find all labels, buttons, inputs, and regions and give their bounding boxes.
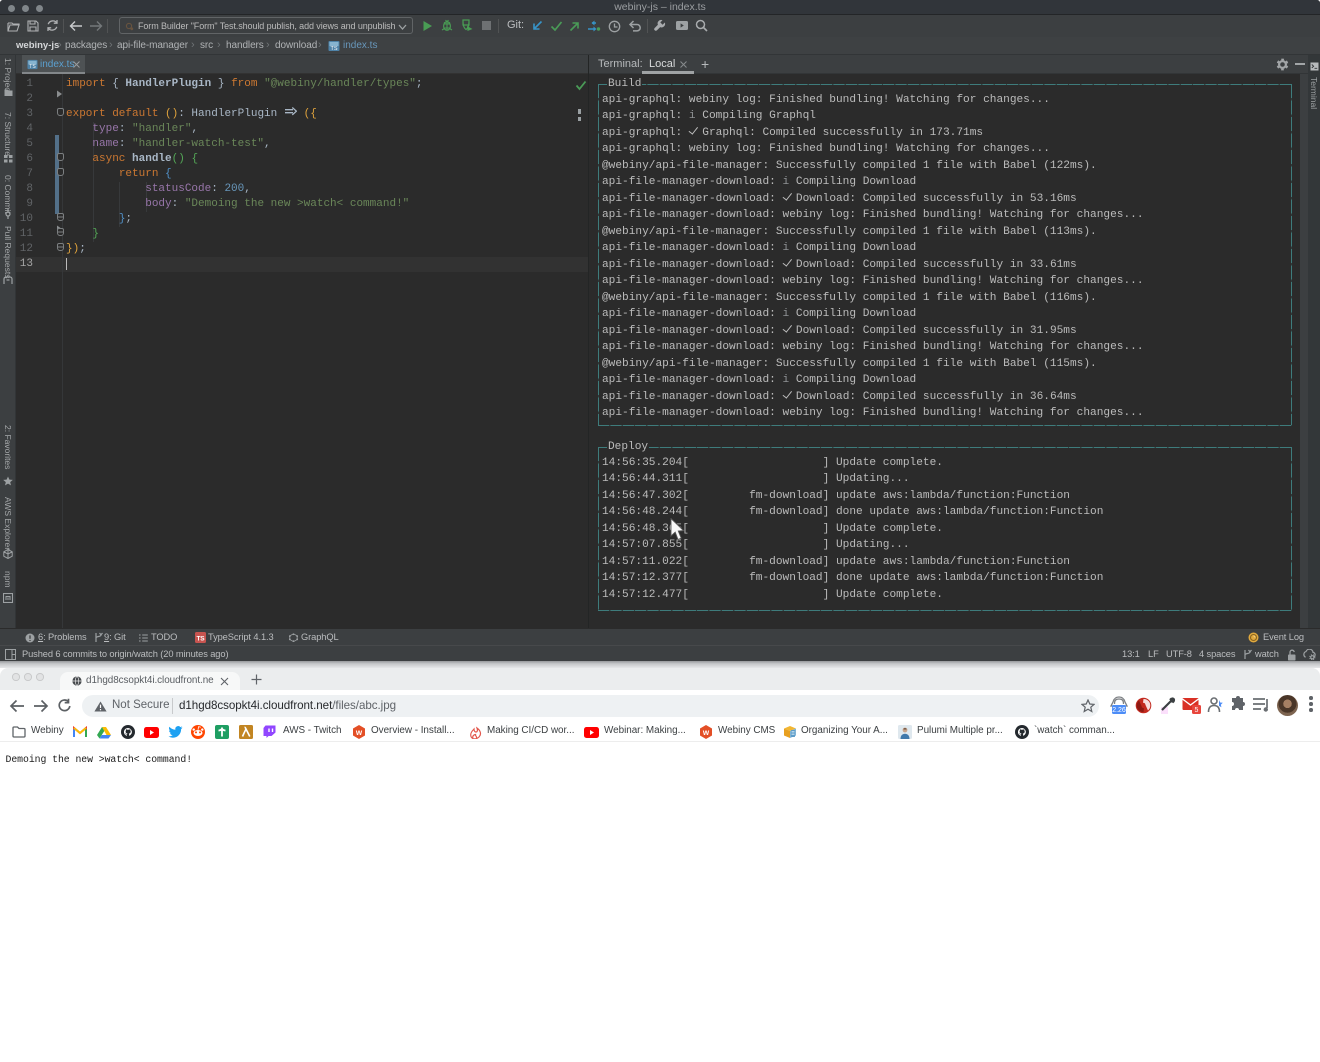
svg-text:2: Favorites: 2: Favorites — [3, 425, 13, 469]
svg-text:AWS Explorer: AWS Explorer — [3, 497, 13, 550]
svg-text:w: w — [355, 728, 363, 737]
svg-text:2.26: 2.26 — [1112, 707, 1126, 714]
svg-text:npm: npm — [3, 571, 13, 588]
svg-text:TS: TS — [330, 46, 337, 52]
svg-text:w: w — [702, 728, 710, 737]
svg-text:TS: TS — [196, 636, 205, 643]
svg-text:TS: TS — [29, 64, 36, 70]
svg-text:5: 5 — [1195, 707, 1199, 714]
svg-text:Terminal: Terminal — [1309, 77, 1319, 109]
